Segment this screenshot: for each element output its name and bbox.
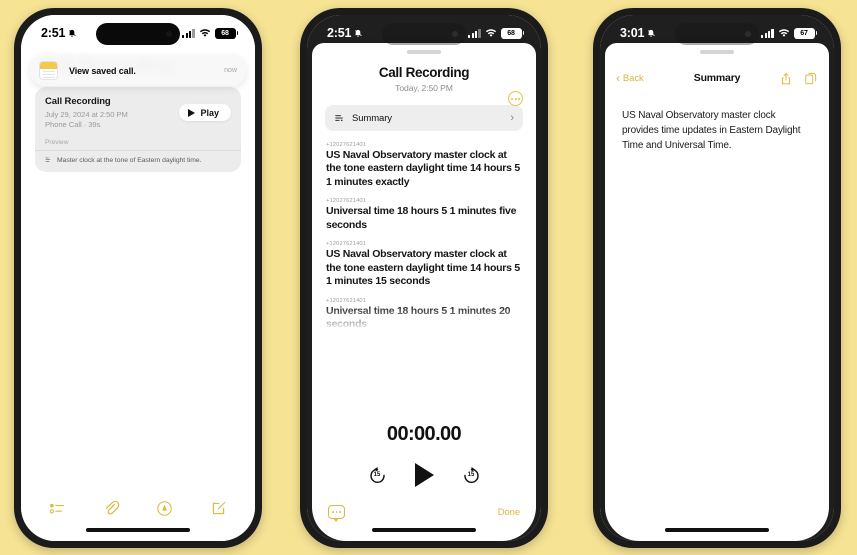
sheet-grabber[interactable] bbox=[700, 50, 734, 54]
summary-icon bbox=[335, 114, 343, 121]
home-indicator bbox=[86, 528, 190, 532]
phone-3-screen: 3:01 67 ‹ Back Summary US Naval Observat… bbox=[600, 15, 834, 541]
call-recording-sheet: Call Recording Today, 2:50 PM Summary › … bbox=[312, 43, 536, 541]
home-indicator bbox=[372, 528, 476, 532]
preview-text: Master clock at the tone of Eastern dayl… bbox=[57, 156, 202, 164]
call-recording-card[interactable]: Call Recording July 29, 2024 at 2:50 PM … bbox=[35, 87, 241, 172]
attachment-icon[interactable] bbox=[103, 500, 120, 517]
transcript-list[interactable]: +12027621401 US Naval Observatory master… bbox=[312, 142, 536, 336]
sheet-bottom-bar: Done bbox=[312, 505, 536, 522]
notes-toolbar bbox=[21, 500, 255, 517]
phone-1-screen: 2:51 68 Call Recording July 29, 2024 at … bbox=[21, 15, 255, 541]
preview-row: Master clock at the tone of Eastern dayl… bbox=[45, 156, 231, 164]
transcript-item: +12027621401 US Naval Observatory master… bbox=[326, 142, 522, 189]
sheet-subtitle: Today, 2:50 PM bbox=[395, 83, 453, 93]
transcript-caller-number: +12027621401 bbox=[326, 198, 367, 205]
transcript-text: US Naval Observatory master clock at the… bbox=[326, 149, 520, 188]
notes-list-body: Call Recording Call Recording July 29, 2… bbox=[21, 15, 255, 541]
chevron-right-icon: › bbox=[510, 111, 514, 124]
navbar-actions bbox=[779, 71, 818, 86]
summary-text: US Naval Observatory master clock provid… bbox=[622, 110, 801, 151]
transcript-caller-number: +12027621401 bbox=[326, 142, 367, 148]
dynamic-island bbox=[675, 23, 759, 45]
preview-label: Preview bbox=[45, 139, 69, 146]
share-icon[interactable] bbox=[779, 71, 793, 86]
dynamic-island bbox=[382, 23, 466, 45]
phone-2-call-recording-detail: 2:51 68 Call Recording Today, 2:50 PM Su… bbox=[300, 8, 548, 548]
play-button-label: Play bbox=[200, 107, 219, 118]
compose-icon[interactable] bbox=[210, 500, 227, 517]
skip-back-15-button[interactable]: 15 bbox=[368, 466, 387, 485]
skip-back-label: 15 bbox=[373, 472, 381, 478]
card-divider bbox=[35, 150, 241, 151]
sheet-title: Call Recording bbox=[378, 65, 470, 80]
banner-text: View saved call. bbox=[69, 65, 136, 76]
more-ellipsis-icon[interactable] bbox=[508, 91, 523, 106]
summary-navbar: ‹ Back Summary bbox=[605, 63, 829, 93]
transcript-item: +12027621401 US Naval Observatory master… bbox=[326, 241, 522, 288]
card-meta: Phone Call · 39s bbox=[45, 120, 101, 129]
player-controls: 15 15 bbox=[312, 463, 536, 487]
transcript-text: Universal time 18 hours 5 1 minutes five… bbox=[326, 205, 517, 231]
back-button-label: Back bbox=[622, 72, 644, 84]
phone-2-screen: 2:51 68 Call Recording Today, 2:50 PM Su… bbox=[307, 15, 541, 541]
notes-app-icon bbox=[39, 61, 58, 80]
summary-row-label: Summary bbox=[352, 112, 392, 124]
done-button[interactable]: Done bbox=[498, 507, 520, 518]
play-icon bbox=[188, 108, 196, 117]
notification-banner[interactable]: View saved call. now bbox=[30, 55, 246, 86]
audio-record-icon[interactable] bbox=[156, 500, 173, 517]
player-timecode: 00:00.00 bbox=[386, 423, 462, 445]
transcript-caller-number: +12027621401 bbox=[326, 241, 367, 248]
skip-forward-15-button[interactable]: 15 bbox=[462, 466, 481, 485]
transcript-fade-overlay bbox=[312, 305, 536, 336]
chevron-left-icon: ‹ bbox=[616, 71, 620, 85]
transcript-icon bbox=[45, 157, 51, 162]
summary-row[interactable]: Summary › bbox=[325, 105, 523, 131]
play-button[interactable]: Play bbox=[179, 104, 231, 121]
home-indicator bbox=[665, 528, 769, 532]
audio-player: 00:00.00 15 15 bbox=[312, 423, 536, 487]
skip-forward-label: 15 bbox=[467, 472, 475, 478]
phone-1-notes-list: 2:51 68 Call Recording July 29, 2024 at … bbox=[14, 8, 262, 548]
transcript-item: +12027621401 Universal time 18 hours 5 1… bbox=[326, 198, 522, 232]
transcript-caller-number: +12027621401 bbox=[326, 297, 367, 304]
back-button[interactable]: ‹ Back bbox=[616, 72, 644, 84]
summary-sheet: ‹ Back Summary US Naval Observatory mast… bbox=[605, 43, 829, 541]
copy-icon[interactable] bbox=[804, 71, 818, 86]
play-icon[interactable] bbox=[414, 463, 434, 487]
transcript-text: US Naval Observatory master clock at the… bbox=[326, 248, 520, 288]
banner-time: now bbox=[224, 67, 237, 74]
checklist-icon[interactable] bbox=[49, 500, 66, 517]
phone-3-summary-view: 3:01 67 ‹ Back Summary US Naval Observat… bbox=[593, 8, 841, 548]
sheet-grabber[interactable] bbox=[407, 50, 441, 54]
transcript-bubble-icon[interactable] bbox=[328, 505, 345, 522]
dynamic-island bbox=[96, 23, 180, 45]
